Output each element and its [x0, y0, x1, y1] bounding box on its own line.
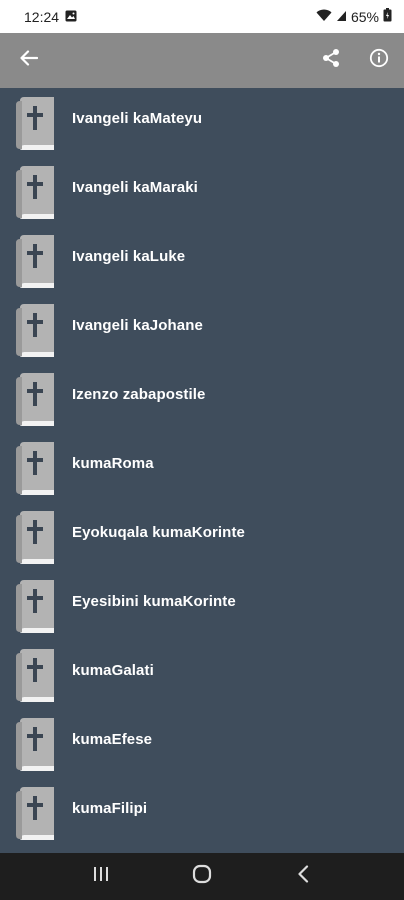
book-item[interactable]: Ivangeli kaLuke	[0, 226, 404, 295]
book-item[interactable]: Eyesibini kumaKorinte	[0, 571, 404, 640]
bible-book-icon	[14, 164, 58, 220]
bible-book-icon	[14, 578, 58, 634]
bible-book-icon	[14, 371, 58, 427]
book-label: kumaGalati	[72, 662, 154, 679]
info-button[interactable]	[366, 48, 392, 74]
bible-book-icon	[14, 509, 58, 565]
book-label: Ivangeli kaMateyu	[72, 110, 203, 127]
book-item[interactable]: Ivangeli kaMateyu	[0, 88, 404, 157]
home-icon	[192, 864, 212, 889]
image-notification-icon	[65, 9, 77, 25]
book-item[interactable]: Izenzo zabapostile	[0, 364, 404, 433]
book-label: kumaRoma	[72, 455, 154, 472]
back-nav-button[interactable]	[283, 857, 323, 897]
book-label: Ivangeli kaMaraki	[72, 179, 198, 196]
bible-book-icon	[14, 716, 58, 772]
book-item[interactable]: Eyokuqala kumaKorinte	[0, 502, 404, 571]
book-label: kumaEfese	[72, 731, 153, 748]
chevron-left-icon	[297, 865, 309, 888]
bible-book-icon	[14, 440, 58, 496]
wifi-icon	[316, 9, 332, 25]
status-time: 12:24	[24, 8, 60, 25]
book-item[interactable]: kumaEfese	[0, 709, 404, 778]
book-item[interactable]: kumaRoma	[0, 433, 404, 502]
home-button[interactable]	[182, 857, 222, 897]
bible-book-icon	[14, 302, 58, 358]
book-label: kumaFilipi	[72, 800, 148, 817]
share-icon	[321, 48, 341, 73]
book-item[interactable]: Ivangeli kaMaraki	[0, 157, 404, 226]
book-label: Ivangeli kaJohane	[72, 317, 203, 334]
bible-book-icon	[14, 647, 58, 703]
recent-apps-button[interactable]	[81, 857, 121, 897]
book-label: Eyesibini kumaKorinte	[72, 593, 236, 610]
book-label: Eyokuqala kumaKorinte	[72, 524, 245, 541]
status-bar: 12:24 65%	[0, 0, 404, 33]
book-item[interactable]: kumaFilipi	[0, 778, 404, 847]
bible-book-icon	[14, 95, 58, 151]
app-bar	[0, 33, 404, 88]
recent-apps-icon	[92, 866, 110, 887]
bible-book-icon	[14, 785, 58, 841]
back-button[interactable]	[16, 48, 42, 74]
battery-level: 65%	[350, 8, 379, 25]
share-button[interactable]	[318, 48, 344, 74]
book-item[interactable]: Ivangeli kaJohane	[0, 295, 404, 364]
info-icon	[369, 48, 389, 73]
book-list: Ivangeli kaMateyu Ivangeli kaMaraki Ivange…	[0, 88, 404, 853]
navigation-bar	[0, 853, 404, 900]
battery-icon	[383, 8, 392, 25]
bible-book-icon	[14, 233, 58, 289]
book-label: Ivangeli kaLuke	[72, 248, 186, 265]
book-item[interactable]: kumaGalati	[0, 640, 404, 709]
arrow-left-icon	[20, 50, 39, 71]
signal-icon	[336, 9, 347, 25]
book-label: Izenzo zabapostile	[72, 386, 206, 403]
